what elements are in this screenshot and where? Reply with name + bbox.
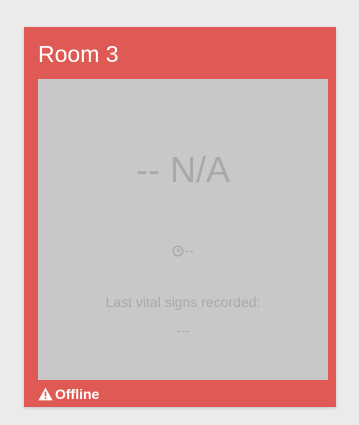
last-time-value: --: [185, 243, 194, 258]
heart-rate-value: -- N/A: [136, 149, 230, 190]
status-label: Offline: [55, 386, 100, 402]
status-indicator: Offline: [38, 384, 99, 404]
last-recorded-value: ---: [176, 323, 190, 338]
vitals-panel: -- N/A -- Last vital signs recorded: ---: [38, 79, 328, 380]
warning-icon: [38, 386, 55, 402]
last-time-row: --: [38, 243, 328, 259]
room-card[interactable]: Room 3 -- N/A -- Last vital signs record…: [24, 27, 336, 407]
last-recorded-label: Last vital signs recorded:: [105, 294, 261, 310]
clock-icon: [172, 243, 185, 258]
room-title: Room 3: [38, 41, 119, 67]
